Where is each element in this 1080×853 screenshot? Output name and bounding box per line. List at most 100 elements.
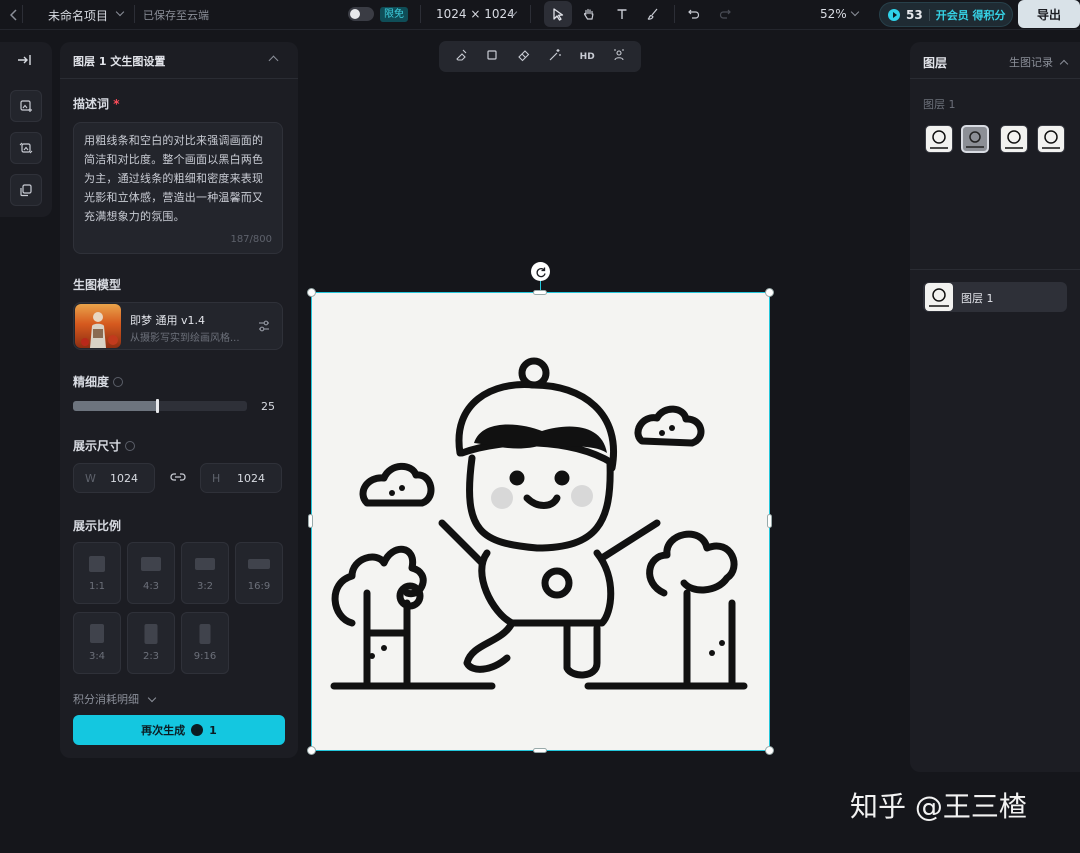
- width-value[interactable]: 1024: [110, 472, 138, 485]
- settings-title: 图层 1 文生图设置: [73, 55, 166, 68]
- ratio-shape: [90, 624, 104, 643]
- chevron-left-icon[interactable]: [9, 9, 18, 24]
- history-thumbnail[interactable]: [1000, 125, 1028, 153]
- project-name[interactable]: 未命名项目: [48, 7, 108, 24]
- layer-group-label: 图层 1: [923, 98, 956, 111]
- layer-row[interactable]: 图层 1: [923, 282, 1067, 312]
- credits-pill[interactable]: 53 开会员 得积分: [879, 2, 1013, 27]
- rotate-button[interactable]: [531, 262, 550, 281]
- chevron-up-icon: [1059, 59, 1068, 69]
- canvas-image[interactable]: [311, 292, 770, 751]
- member-link[interactable]: 开会员 得积分: [936, 7, 1006, 23]
- brush-icon: [647, 8, 658, 20]
- height-field[interactable]: H 1024: [200, 463, 282, 493]
- settings-panel: 图层 1 文生图设置 描述词 * 用粗线条和空白的对比来强调画面的简洁和对比度。…: [60, 42, 298, 758]
- ratio-3-4-button[interactable]: 3:4: [73, 612, 121, 674]
- ratio-shape: [89, 556, 105, 572]
- credit-coin-icon: [888, 8, 900, 21]
- divider: [910, 78, 1080, 79]
- resize-handle-e[interactable]: [767, 514, 772, 528]
- model-name: 即梦 通用 v1.4: [130, 314, 205, 327]
- image-transform-button[interactable]: [10, 132, 42, 164]
- credits-count: 53: [906, 7, 923, 22]
- resize-handle-s[interactable]: [533, 748, 547, 753]
- resize-handle-sw[interactable]: [307, 746, 316, 755]
- resize-handle-ne[interactable]: [765, 288, 774, 297]
- resize-handle-nw[interactable]: [307, 288, 316, 297]
- cost-detail-toggle[interactable]: 积分消耗明细: [73, 691, 156, 707]
- regenerate-label: 再次生成: [141, 724, 186, 737]
- canvas-size-select[interactable]: 1024 × 1024: [436, 7, 515, 21]
- collapse-chevron-icon[interactable]: [268, 55, 279, 66]
- save-status: 已保存至云端: [143, 9, 209, 22]
- cost-detail-text: 积分消耗明细: [73, 693, 139, 706]
- crop-icon[interactable]: [485, 48, 499, 65]
- left-tool-bar: [0, 42, 52, 217]
- size-label-text: 展示尺寸: [73, 439, 122, 453]
- prompt-text[interactable]: 用粗线条和空白的对比来强调画面的简洁和对比度。整个画面以黑白两色为主，通过线条的…: [84, 131, 272, 226]
- select-tool-button[interactable]: [544, 1, 572, 27]
- image-generate-button[interactable]: [10, 90, 42, 122]
- detail-slider[interactable]: [73, 399, 247, 413]
- hand-icon: [583, 8, 594, 20]
- info-icon[interactable]: [113, 377, 124, 387]
- layer-name[interactable]: 图层 1: [961, 290, 994, 306]
- info-icon[interactable]: [125, 441, 136, 451]
- width-field[interactable]: W 1024: [73, 463, 155, 493]
- model-selector[interactable]: 即梦 通用 v1.4 从摄影写实到绘画风格...: [73, 302, 283, 350]
- resize-handle-n[interactable]: [533, 290, 547, 295]
- resize-handle-se[interactable]: [765, 746, 774, 755]
- layers-copy-icon: [20, 184, 32, 197]
- layer-thumbnail: [925, 283, 953, 311]
- resize-handle-w[interactable]: [308, 514, 313, 528]
- history-thumbnail[interactable]: [925, 125, 953, 153]
- chevron-down-icon: [147, 693, 156, 703]
- export-button[interactable]: 导出: [1018, 0, 1080, 28]
- redo-button[interactable]: [711, 1, 739, 27]
- history-thumbnail-selected[interactable]: [961, 125, 989, 153]
- regenerate-button[interactable]: 再次生成 1: [73, 715, 285, 745]
- ratio-4-3-button[interactable]: 4:3: [127, 542, 175, 604]
- tab-history-label: 生图记录: [1009, 56, 1053, 69]
- model-settings-icon[interactable]: [257, 319, 271, 336]
- height-value[interactable]: 1024: [237, 472, 265, 485]
- top-bar: 未命名项目 已保存至云端 限免 1024 × 1024 52% 53 开会员 得…: [0, 0, 1080, 30]
- required-mark: *: [113, 97, 120, 111]
- regenerate-cost: 1: [209, 723, 217, 737]
- ratio-9-16-button[interactable]: 9:16: [181, 612, 229, 674]
- zoom-level[interactable]: 52%: [820, 7, 847, 21]
- free-mode-toggle[interactable]: [348, 7, 374, 21]
- ratio-label-text: 4:3: [142, 581, 160, 592]
- ratio-label-text: 3:2: [196, 581, 214, 592]
- prompt-textarea[interactable]: 用粗线条和空白的对比来强调画面的简洁和对比度。整个画面以黑白两色为主，通过线条的…: [73, 122, 283, 254]
- model-label: 生图模型: [73, 278, 122, 292]
- undo-icon: [688, 9, 700, 19]
- image-tools-bar: HD: [439, 41, 641, 72]
- erase-icon[interactable]: [454, 48, 468, 65]
- ratio-label-text: 9:16: [193, 651, 217, 662]
- chevron-down-icon[interactable]: [115, 7, 125, 17]
- ratio-3-2-button[interactable]: 3:2: [181, 542, 229, 604]
- ratio-shape: [141, 557, 161, 571]
- free-badge: 限免: [380, 7, 408, 22]
- cutout-icon[interactable]: [612, 48, 626, 65]
- layers-copy-button[interactable]: [10, 174, 42, 206]
- magic-wand-icon[interactable]: [548, 48, 562, 65]
- hd-upscale-button[interactable]: HD: [580, 52, 595, 62]
- history-thumbnail[interactable]: [1037, 125, 1065, 153]
- detail-slider-handle[interactable]: [155, 399, 159, 413]
- divider: [420, 5, 421, 23]
- ratio-16-9-button[interactable]: 16:9: [235, 542, 283, 604]
- tab-history[interactable]: 生图记录: [1009, 54, 1068, 70]
- tab-layers[interactable]: 图层: [923, 54, 947, 71]
- link-ratio-icon[interactable]: [169, 470, 187, 487]
- eraser-icon[interactable]: [517, 48, 531, 65]
- text-tool-button[interactable]: [608, 1, 636, 27]
- ratio-1-1-button[interactable]: 1:1: [73, 542, 121, 604]
- ratio-2-3-button[interactable]: 2:3: [127, 612, 175, 674]
- expand-panel-icon[interactable]: [17, 54, 31, 69]
- chevron-down-icon[interactable]: [850, 7, 860, 17]
- hand-tool-button[interactable]: [575, 1, 603, 27]
- undo-button[interactable]: [680, 1, 708, 27]
- brush-tool-button[interactable]: [639, 1, 667, 27]
